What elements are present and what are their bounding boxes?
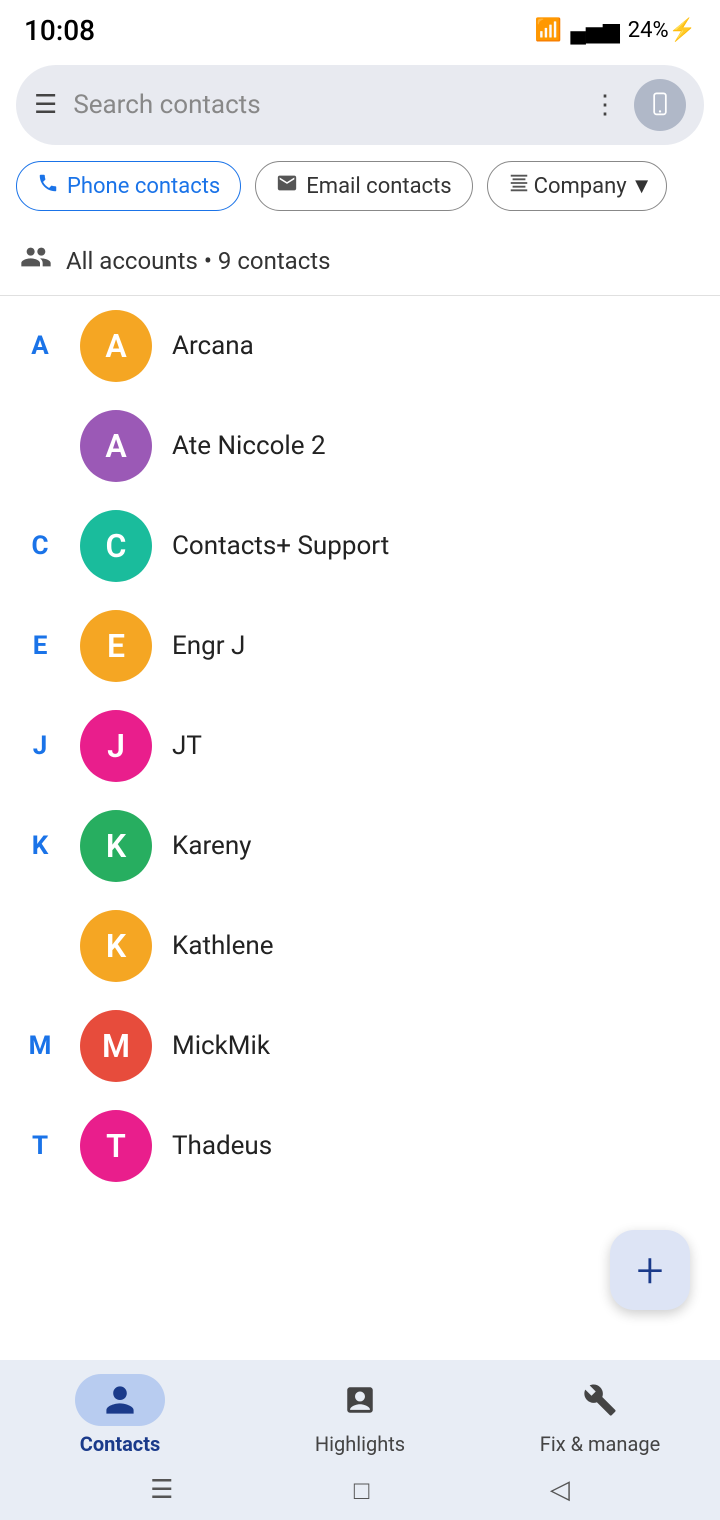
avatar: A: [80, 410, 152, 482]
list-item[interactable]: K K Kathlene: [0, 896, 720, 996]
contact-name: Kareny: [172, 831, 251, 861]
list-item[interactable]: M M MickMik: [0, 996, 720, 1096]
list-item[interactable]: C C Contacts+ Support: [0, 496, 720, 596]
section-letter-e: E: [20, 631, 60, 661]
status-icons: 📶 ▄▅▆ 24%⚡: [535, 18, 696, 44]
avatar: C: [80, 510, 152, 582]
section-letter-a: A: [20, 331, 60, 361]
chip-company[interactable]: Company ▼: [487, 161, 668, 211]
list-item[interactable]: K K Kareny: [0, 796, 720, 896]
more-options-icon[interactable]: ⋮: [592, 90, 618, 120]
list-item[interactable]: E E Engr J: [0, 596, 720, 696]
battery-text: 24%⚡: [628, 18, 696, 43]
contact-name: Contacts+ Support: [172, 531, 389, 561]
nav-items: Contacts Highlights Fix & manage: [0, 1360, 720, 1460]
fix-nav-icon: [583, 1383, 617, 1417]
list-item[interactable]: J J JT: [0, 696, 720, 796]
system-nav-bar: ☰ □ ◁: [0, 1460, 720, 1520]
chip-phone-label: Phone contacts: [67, 174, 220, 199]
dropdown-arrow-icon: ▼: [631, 173, 653, 199]
status-time: 10:08: [24, 14, 95, 47]
fix-nav-icon-wrap: [555, 1374, 645, 1426]
avatar: K: [80, 810, 152, 882]
section-letter-k: K: [20, 831, 60, 861]
contact-name: Arcana: [172, 331, 254, 361]
accounts-icon: [20, 241, 52, 281]
nav-item-highlights[interactable]: Highlights: [280, 1374, 440, 1456]
device-icon[interactable]: [634, 79, 686, 131]
add-icon: +: [636, 1242, 663, 1299]
chip-email[interactable]: Email contacts: [255, 161, 472, 211]
nav-label-fix: Fix & manage: [540, 1432, 660, 1456]
contacts-nav-icon-wrap: [75, 1374, 165, 1426]
avatar: T: [80, 1110, 152, 1182]
accounts-text: All accounts • 9 contacts: [66, 247, 331, 275]
sys-nav-menu[interactable]: ☰: [150, 1475, 173, 1505]
avatar: E: [80, 610, 152, 682]
list-item[interactable]: A A Arcana: [0, 296, 720, 396]
bottom-navigation: Contacts Highlights Fix & manage ☰ □ ◁: [0, 1360, 720, 1520]
email-chip-icon: [276, 172, 298, 200]
signal-icon: ▄▅▆: [570, 18, 619, 44]
contacts-nav-icon: [103, 1383, 137, 1417]
menu-icon[interactable]: ☰: [34, 90, 57, 120]
contact-name: JT: [172, 731, 202, 761]
search-bar[interactable]: ☰ Search contacts ⋮: [16, 65, 704, 145]
section-letter-c: C: [20, 531, 60, 561]
contact-name: Kathlene: [172, 931, 274, 961]
accounts-row: All accounts • 9 contacts: [0, 227, 720, 296]
contact-name: Thadeus: [172, 1131, 272, 1161]
section-letter-t: T: [20, 1131, 60, 1161]
avatar: M: [80, 1010, 152, 1082]
chip-phone[interactable]: Phone contacts: [16, 161, 241, 211]
contact-name: Ate Niccole 2: [172, 431, 326, 461]
company-chip-icon: [508, 172, 530, 200]
highlights-nav-icon: [343, 1383, 377, 1417]
phone-chip-icon: [37, 172, 59, 200]
filter-chips: Phone contacts Email contacts Company ▼: [0, 157, 720, 227]
search-input-placeholder[interactable]: Search contacts: [73, 90, 576, 120]
contact-list: A A Arcana A A Ate Niccole 2 C C Contact…: [0, 296, 720, 1316]
status-bar: 10:08 📶 ▄▅▆ 24%⚡: [0, 0, 720, 57]
highlights-nav-icon-wrap: [315, 1374, 405, 1426]
wifi-icon: 📶: [535, 18, 562, 43]
contact-name: Engr J: [172, 631, 245, 661]
section-letter-m: M: [20, 1031, 60, 1061]
list-item[interactable]: T T Thadeus: [0, 1096, 720, 1196]
nav-item-fix[interactable]: Fix & manage: [520, 1374, 680, 1456]
list-item[interactable]: A A Ate Niccole 2: [0, 396, 720, 496]
avatar: K: [80, 910, 152, 982]
nav-label-highlights: Highlights: [315, 1432, 405, 1456]
chip-company-label: Company: [534, 174, 627, 199]
sys-nav-back[interactable]: ◁: [550, 1475, 570, 1505]
avatar: A: [80, 310, 152, 382]
nav-item-contacts[interactable]: Contacts: [40, 1374, 200, 1456]
add-contact-fab[interactable]: +: [610, 1230, 690, 1310]
sys-nav-home[interactable]: □: [354, 1475, 370, 1506]
contact-name: MickMik: [172, 1031, 270, 1061]
section-letter-j: J: [20, 731, 60, 761]
avatar: J: [80, 710, 152, 782]
chip-email-label: Email contacts: [306, 174, 451, 199]
nav-label-contacts: Contacts: [80, 1432, 161, 1456]
